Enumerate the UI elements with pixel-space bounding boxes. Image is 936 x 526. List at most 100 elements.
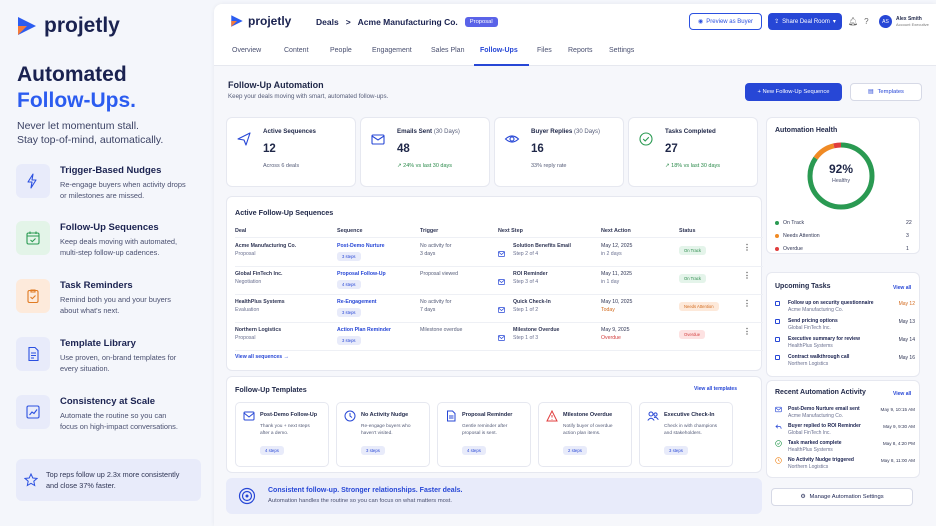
feature-icon-box — [16, 164, 50, 198]
new-sequence-button[interactable]: + New Follow-Up Sequence — [745, 83, 842, 101]
template-description: Check in with champions and stakeholders. — [664, 424, 718, 436]
stat-note: ↗ 24% vs last 30 days — [397, 163, 453, 169]
mail-icon — [243, 411, 255, 421]
tab-overview[interactable]: Overview — [232, 47, 261, 54]
tab-reports[interactable]: Reports — [568, 47, 593, 54]
hero-subtitle: Never let momentum stall. Stay top-of-min… — [17, 120, 164, 146]
tab-sales-plan[interactable]: Sales Plan — [431, 47, 464, 54]
clock-icon — [344, 410, 356, 422]
user-menu[interactable]: AS Alex Smith Account Executive — [879, 15, 929, 28]
deal-name: Acme Manufacturing Co. — [357, 17, 458, 27]
breadcrumb-deals[interactable]: Deals — [316, 17, 339, 27]
sequence-link[interactable]: Action Plan Reminder — [337, 327, 391, 335]
main-content: Follow-Up Automation Keep your deals mov… — [214, 66, 936, 526]
more-options-icon[interactable]: ⋮ — [743, 243, 751, 252]
deal-cell: Acme Manufacturing Co. Proposal — [235, 243, 297, 257]
stat-note: 33% reply rate — [531, 163, 567, 169]
view-all-activity-link[interactable]: View all — [893, 391, 911, 397]
template-card[interactable]: No Activity Nudge Re-engage buyers who ha… — [336, 402, 430, 467]
logo-mark-icon — [18, 17, 36, 35]
app-logo[interactable]: projetly — [230, 14, 291, 28]
view-all-templates-link[interactable]: View all templates — [694, 386, 737, 392]
steps-badge: 3 steps — [337, 336, 361, 345]
sequence-link[interactable]: Proposal Follow-Up — [337, 271, 386, 279]
templates-button[interactable]: ▤ Templates — [850, 83, 922, 101]
task-checkbox[interactable] — [775, 355, 780, 360]
deal-cell: Northern Logistics Proposal — [235, 327, 282, 341]
template-card[interactable]: Milestone Overdue Notify buyer of overdu… — [538, 402, 632, 467]
trigger-cell: No activity for 3 days — [420, 243, 452, 257]
next-step-cell: Solution Benefits Email Step 2 of 4 — [513, 243, 571, 257]
task-checkbox[interactable] — [775, 301, 780, 306]
manage-automation-settings-button[interactable]: ⚙ Manage Automation Settings — [771, 488, 913, 506]
more-options-icon[interactable]: ⋮ — [743, 299, 751, 308]
template-card[interactable]: Post-Demo Follow-Up Thank you + next ste… — [235, 402, 329, 467]
health-donut-chart — [807, 142, 875, 210]
chevron-down-icon: ▾ — [832, 19, 836, 25]
bell-icon[interactable]: 🔔︎ — [848, 17, 858, 26]
template-title: Proposal Reminder — [462, 412, 513, 418]
health-status: Healthy — [832, 178, 850, 184]
health-title: Automation Health — [775, 127, 838, 134]
status-badge: Needs Attention — [679, 302, 719, 311]
feature-description: Automate the routine so you can focus on … — [60, 411, 178, 431]
steps-badge: 3 steps — [361, 446, 385, 455]
next-step-cell: Quick Check-In Step 1 of 2 — [513, 299, 551, 313]
sequence-link[interactable]: Re-Engagement — [337, 299, 377, 307]
trigger-cell: No activity for 7 days — [420, 299, 452, 313]
steps-badge: 3 steps — [337, 252, 361, 261]
next-action-cell: May 9, 2025 Overdue — [601, 327, 630, 341]
template-description: Gentle reminder after proposal is sent. — [462, 424, 508, 436]
sequence-link[interactable]: Post-Demo Nurture — [337, 243, 385, 251]
deal-cell: HealthPlus Systems Evaluation — [235, 299, 285, 313]
star-icon — [24, 473, 38, 487]
people-icon — [647, 411, 659, 421]
tab-settings[interactable]: Settings — [609, 47, 634, 54]
task-checkbox[interactable] — [775, 337, 780, 342]
stat-card: Emails Sent (30 Days) 48 ↗ 24% vs last 3… — [360, 117, 490, 187]
tab-content[interactable]: Content — [284, 47, 309, 54]
feature-item: Task Reminders Remind both you and your … — [16, 279, 206, 316]
view-all-tasks-link[interactable]: View all — [893, 285, 911, 291]
tab-files[interactable]: Files — [537, 47, 552, 54]
template-title: Executive Check-In — [664, 412, 715, 418]
column-header: Status — [679, 228, 696, 234]
share-deal-room-button[interactable]: ⇪ Share Deal Room ▾ — [768, 13, 842, 30]
clock-icon — [775, 457, 782, 464]
stat-value: 12 — [263, 143, 276, 155]
feature-title: Consistency at Scale — [60, 396, 156, 407]
eye-icon: ◉ — [698, 19, 704, 25]
tab-follow-ups[interactable]: Follow-Ups — [480, 47, 518, 54]
stat-card: Active Sequences 12 Across 6 deals — [226, 117, 356, 187]
steps-badge: 2 steps — [563, 446, 587, 455]
preview-as-buyer-button[interactable]: ◉ Preview as Buyer — [689, 13, 762, 30]
legend-item: Overdue — [775, 246, 803, 252]
status-badge: On Track — [679, 246, 706, 255]
help-icon[interactable]: ? — [864, 17, 868, 26]
feature-item: Template Library Use proven, on-brand te… — [16, 337, 206, 374]
status-badge: On Track — [679, 274, 706, 283]
brand-logo: projetly — [16, 14, 120, 38]
legend-item: Needs Attention — [775, 233, 820, 239]
tab-people[interactable]: People — [330, 47, 352, 54]
next-step-cell: ROI Reminder Step 3 of 4 — [513, 271, 548, 285]
status-badge: Overdue — [679, 330, 706, 339]
feature-title: Task Reminders — [60, 280, 133, 291]
template-card[interactable]: Proposal Reminder Gentle reminder after p… — [437, 402, 531, 467]
feature-title: Template Library — [60, 338, 136, 349]
tab-engagement[interactable]: Engagement — [372, 47, 412, 54]
stat-label: Active Sequences — [263, 128, 316, 135]
column-header: Trigger — [420, 228, 439, 234]
more-options-icon[interactable]: ⋮ — [743, 327, 751, 336]
feature-title: Follow-Up Sequences — [60, 222, 159, 233]
legend-count: 22 — [906, 220, 912, 226]
template-card[interactable]: Executive Check-In Check in with champio… — [639, 402, 733, 467]
column-header: Next Step — [498, 228, 523, 234]
more-options-icon[interactable]: ⋮ — [743, 271, 751, 280]
view-all-sequences-link[interactable]: View all sequences → — [235, 354, 289, 362]
stat-note: Across 6 deals — [263, 163, 300, 169]
feature-item: Follow-Up Sequences Keep deals moving wi… — [16, 221, 206, 258]
steps-badge: 3 steps — [337, 308, 361, 317]
task-checkbox[interactable] — [775, 319, 780, 324]
stat-label: Emails Sent (30 Days) — [397, 128, 460, 135]
